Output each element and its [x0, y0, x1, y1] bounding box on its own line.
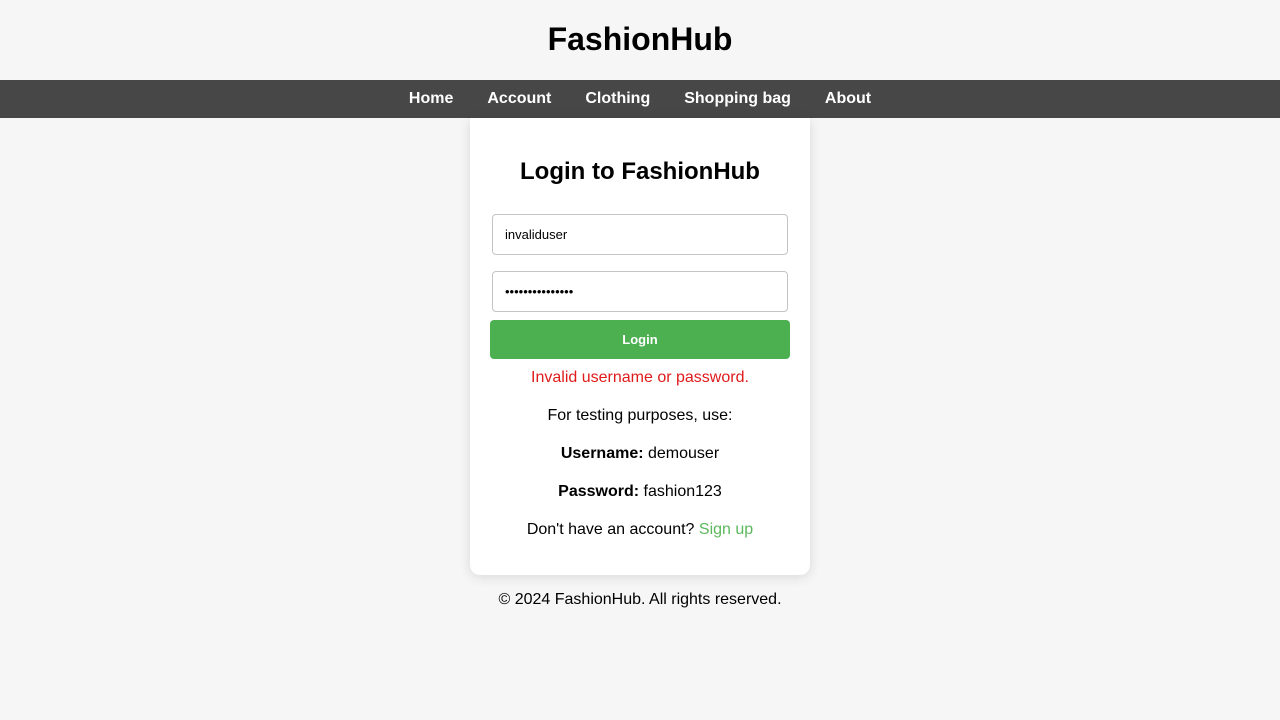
site-footer: © 2024 FashionHub. All rights reserved.: [498, 591, 782, 608]
password-hint-label: Password:: [558, 483, 640, 500]
username-hint-label: Username:: [560, 445, 644, 462]
username-input[interactable]: [492, 214, 788, 255]
password-input[interactable]: [492, 271, 788, 312]
nav-item-about[interactable]: About: [825, 90, 871, 108]
site-header: FashionHub: [0, 0, 1280, 80]
error-message: Invalid username or password.: [531, 369, 749, 386]
username-hint: Username: demouser: [470, 444, 810, 464]
main-nav: Home Account Clothing Shopping bag About: [0, 80, 1280, 118]
site-title: FashionHub: [547, 21, 733, 57]
login-heading: Login to FashionHub: [520, 158, 760, 185]
password-hint-value: fashion123: [643, 483, 722, 500]
password-hint: Password: fashion123: [470, 482, 810, 502]
nav-item-account[interactable]: Account: [487, 90, 551, 108]
login-card: Login to FashionHub Login Invalid userna…: [470, 118, 810, 575]
signup-prompt: Don't have an account?: [526, 521, 695, 538]
nav-item-shopping-bag[interactable]: Shopping bag: [684, 90, 791, 108]
nav-item-home[interactable]: Home: [409, 90, 453, 108]
nav-item-clothing[interactable]: Clothing: [585, 90, 650, 108]
signup-line: Don't have an account? Sign up: [470, 520, 810, 540]
login-button[interactable]: Login: [490, 320, 790, 359]
signup-link[interactable]: Sign up: [699, 521, 753, 538]
username-hint-value: demouser: [648, 445, 720, 462]
testing-note: For testing purposes, use:: [547, 407, 733, 424]
